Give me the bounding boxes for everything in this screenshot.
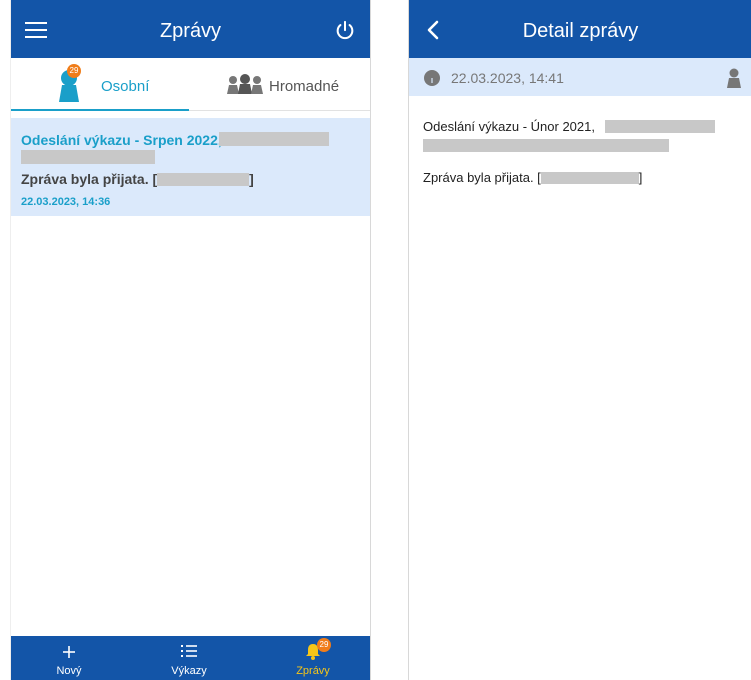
active-tab-indicator — [11, 109, 189, 111]
message-datetime: 22.03.2023, 14:41 — [451, 70, 564, 86]
messages-badge: 29 — [317, 638, 331, 652]
message-subject: Odeslání výkazu - Srpen 2022, — [21, 132, 222, 148]
nav-reports[interactable]: Výkazy — [149, 636, 229, 680]
nav-new-label: Nový — [56, 665, 82, 677]
redacted-block — [157, 173, 250, 186]
tab-bar: 29 Osobní Hromadné — [11, 58, 370, 111]
user-icon — [727, 68, 741, 88]
message-meta-bar: 22.03.2023, 14:41 — [409, 58, 751, 96]
list-icon — [181, 645, 197, 657]
redacted-block — [540, 172, 639, 184]
top-app-bar: Detail zprávy — [409, 0, 751, 58]
redacted-block — [605, 120, 715, 133]
page-title: Zprávy — [159, 20, 222, 42]
messages-screen: Zprávy 29 Osobní Hromadné Odeslání výkaz — [10, 0, 371, 680]
message-body: Zpráva byla přijata. [] — [21, 171, 254, 187]
bottom-navigation: Nový Výkazy 29 Zprávy — [11, 636, 370, 680]
nav-reports-label: Výkazy — [171, 665, 207, 677]
top-app-bar: Zprávy — [11, 0, 370, 58]
detail-subject-text: Odeslání výkazu - Únor 2021, — [423, 119, 595, 134]
detail-subject: Odeslání výkazu - Únor 2021, — [423, 119, 595, 134]
nav-messages[interactable]: 29 Zprávy — [273, 636, 353, 680]
redacted-block — [21, 150, 155, 164]
plus-icon — [63, 646, 75, 658]
message-detail-screen: Detail zprávy 22.03.2023, 14:41 Odeslání… — [408, 0, 751, 680]
tab-personal-label: Osobní — [101, 78, 150, 95]
clock-icon — [424, 70, 440, 86]
tab-bulk[interactable]: Hromadné — [189, 58, 370, 110]
power-icon[interactable] — [334, 20, 356, 42]
nav-messages-label: Zprávy — [296, 665, 330, 677]
redacted-block — [219, 132, 329, 146]
redacted-block — [423, 139, 669, 152]
tab-personal[interactable]: 29 Osobní — [11, 58, 189, 111]
group-icon — [227, 74, 263, 94]
page-title: Detail zprávy — [522, 20, 639, 42]
tab-bulk-label: Hromadné — [269, 78, 340, 95]
message-timestamp: 22.03.2023, 14:36 — [21, 196, 111, 208]
personal-badge: 29 — [67, 64, 81, 78]
detail-body-suffix: ] — [638, 170, 643, 185]
detail-body: Zpráva byla přijata. [] — [423, 170, 642, 185]
detail-body-prefix: Zpráva byla přijata. [ — [423, 170, 541, 185]
message-body-suffix: ] — [249, 171, 254, 187]
message-body-prefix: Zpráva byla přijata. [ — [21, 171, 158, 187]
nav-new[interactable]: Nový — [29, 636, 109, 680]
message-list-item[interactable]: Odeslání výkazu - Srpen 2022, Zpráva byl… — [11, 118, 370, 216]
